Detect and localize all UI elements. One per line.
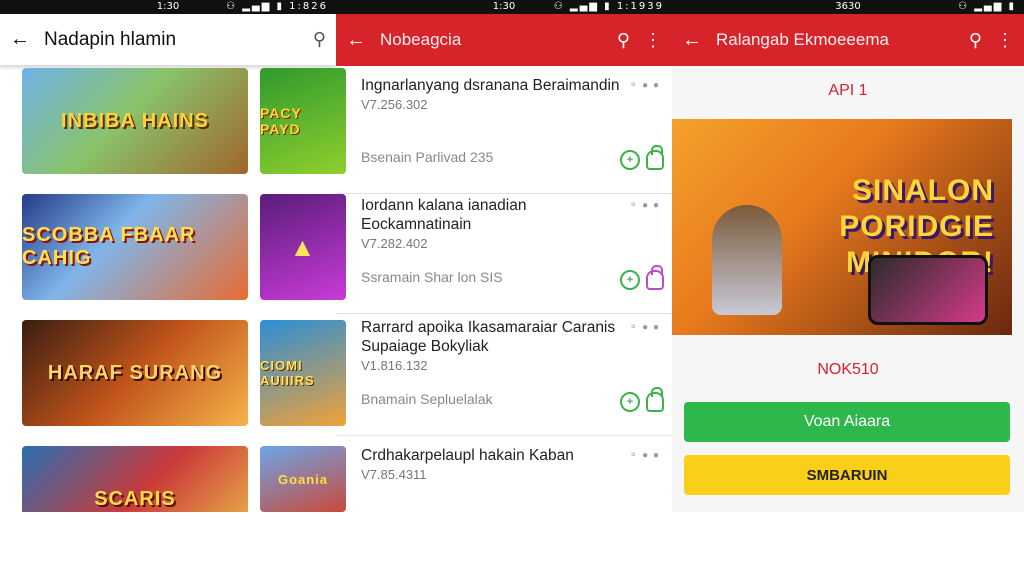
search-icon[interactable]: ⚲	[617, 30, 630, 51]
item-title: Ingnarlanyang dsranana Beraimandin	[361, 77, 620, 94]
more-dots-icon[interactable]: ⚬ ● ●	[629, 200, 660, 211]
list-item[interactable]: INBIBA HAINS	[22, 68, 248, 174]
screen-app-detail: 3630 ⚇ ▂▄▆ ▮ ← Ralangab Ekmoeeema ⚲ ⋮ AP…	[672, 0, 1024, 512]
status-time: 1:30	[492, 1, 516, 12]
more-vert-icon[interactable]: ⋮	[996, 30, 1014, 51]
search-icon[interactable]: ⚲	[313, 29, 326, 50]
download-icon[interactable]: +	[620, 392, 640, 412]
status-icons: ⚇ ▂▄▆ ▮ 1:826	[226, 1, 328, 12]
game-thumbnail: PACY PAYD	[260, 68, 346, 174]
status-icons: ⚇ ▂▄▆ ▮	[958, 1, 1016, 12]
app-bar: ← Ralangab Ekmoeeema ⚲ ⋮	[672, 14, 1024, 66]
screen-notifications: 1:30 ⚇ ▂▄▆ ▮ 1:1939 ← Nobeagcia ⚲ ⋮ Ingn…	[336, 0, 672, 512]
list-item[interactable]: HARAF SURANG	[22, 320, 248, 426]
hero-banner: SINALON PORIDGIE MINIDOR!	[672, 119, 1012, 335]
item-meta: Bnamain Sepluelalak	[361, 391, 493, 407]
app-bar: ← Nadapin hlamin ⚲	[0, 14, 336, 66]
status-bar: 1:30 ⚇ ▂▄▆ ▮ 1:826	[0, 0, 336, 14]
back-arrow-icon[interactable]: ←	[682, 29, 716, 52]
price-label: NOK510	[817, 361, 879, 378]
game-thumbnail: ▲	[260, 194, 346, 300]
item-version: V7.256.302	[361, 97, 428, 112]
secondary-action-button[interactable]: SMBARUIN	[684, 455, 1010, 495]
list-item[interactable]: SCOBBA FBAAR CAHIG	[22, 194, 248, 300]
page-title: Ralangab Ekmoeeema	[716, 30, 889, 49]
back-arrow-icon[interactable]: ←	[10, 28, 44, 51]
more-dots-icon[interactable]: ⚬ ● ●	[629, 322, 660, 333]
game-thumbnail: Goania	[260, 446, 346, 512]
search-icon[interactable]: ⚲	[969, 30, 982, 51]
lock-icon[interactable]	[646, 145, 664, 170]
thumb: ▲	[260, 194, 346, 300]
game-banner: SCARIS	[22, 446, 248, 512]
status-time: 1:30	[156, 1, 180, 12]
status-bar: 3630 ⚇ ▂▄▆ ▮	[672, 0, 1024, 14]
more-vert-icon[interactable]: ⋮	[644, 30, 662, 51]
status-icons: ⚇ ▂▄▆ ▮ 1:1939	[553, 1, 664, 12]
item-title: Rarrard apoika Ikasamaraiar Caranis Supa…	[361, 319, 616, 355]
game-banner: SCOBBA FBAAR CAHIG	[22, 194, 248, 300]
download-icon[interactable]: +	[620, 270, 640, 290]
thumb: PACY PAYD	[260, 68, 346, 174]
thumb: Goania	[260, 446, 346, 512]
phone-illustration	[868, 255, 988, 325]
back-arrow-icon[interactable]: ←	[346, 29, 380, 52]
status-bar: 1:30 ⚇ ▂▄▆ ▮ 1:1939	[336, 0, 672, 14]
list-item[interactable]: Ingnarlanyang dsranana Beraimandin V7.25…	[336, 66, 672, 194]
api-label: API 1	[828, 82, 868, 99]
status-time: 3630	[835, 1, 861, 12]
more-dots-icon[interactable]: ⚬ ● ●	[629, 80, 660, 91]
item-meta: Ssramain Shar lon SIS	[361, 269, 503, 285]
item-meta: Bsenain Parlivad 235	[361, 149, 494, 165]
primary-action-button[interactable]: Voan Aiaara	[684, 402, 1010, 442]
game-banner: INBIBA HAINS	[22, 68, 248, 174]
more-dots-icon[interactable]: ⚬ ● ●	[629, 450, 660, 461]
lock-icon[interactable]	[646, 265, 664, 290]
list-item[interactable]: Iordann kalana ianadian Eockamnatinain V…	[336, 186, 672, 314]
app-bar: ← Nobeagcia ⚲ ⋮	[336, 14, 672, 66]
page-title: Nobeagcia	[380, 30, 462, 49]
list-item[interactable]: Crdhakarpelaupl hakain Kaban V7.85.4311 …	[336, 436, 672, 564]
lock-icon[interactable]	[646, 387, 664, 412]
character-illustration	[712, 205, 782, 315]
hero-text-line: PORIDGIE	[839, 210, 994, 243]
hero-text-line: SINALON	[852, 174, 994, 207]
item-version: V1.816.132	[361, 358, 428, 373]
item-version: V7.282.402	[361, 236, 428, 251]
game-banner: HARAF SURANG	[22, 320, 248, 426]
list-item[interactable]: SCARIS	[22, 446, 248, 512]
item-title: Crdhakarpelaupl hakain Kaban	[361, 447, 574, 464]
item-version: V7.85.4311	[361, 467, 427, 482]
page-title: Nadapin hlamin	[44, 28, 177, 50]
list-item[interactable]: Rarrard apoika Ikasamaraiar Caranis Supa…	[336, 308, 672, 436]
game-thumbnail: CIOMI AUIIIRS	[260, 320, 346, 426]
item-title: Iordann kalana ianadian Eockamnatinain	[361, 197, 527, 233]
thumb: CIOMI AUIIIRS	[260, 320, 346, 426]
download-icon[interactable]: +	[620, 150, 640, 170]
